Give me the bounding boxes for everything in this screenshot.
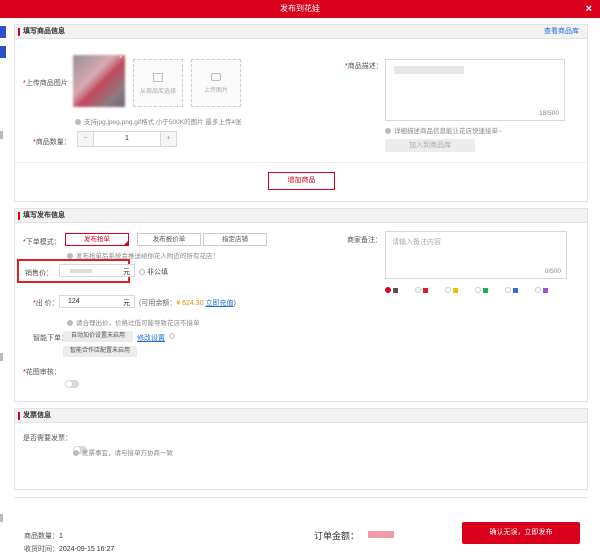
flag-option-red[interactable] xyxy=(415,287,428,294)
balance-info: (可用余额：¥ 624.30 立即充值) xyxy=(139,300,236,307)
mode-assign-shop-button[interactable]: 指定店铺 xyxy=(203,233,267,246)
select-from-library-box[interactable]: 从商品库选择 xyxy=(133,59,183,107)
info-icon xyxy=(73,450,79,457)
flag-icon xyxy=(543,287,548,293)
price-hint: 请合理出价，价格过低可能导致花店不接单 xyxy=(67,317,200,327)
flag-icon xyxy=(513,287,518,293)
flag-option-blue[interactable] xyxy=(505,287,518,294)
recharge-link[interactable]: 立即充值 xyxy=(206,300,234,307)
publish-info-card: 填写发布信息 *下单模式： 发布抢单 发布报价单 指定店铺 发布抢单后系统会推送… xyxy=(14,208,588,402)
confirm-publish-button[interactable]: 确认无误，立即发布 xyxy=(462,522,580,544)
price-label: *出 价： xyxy=(33,300,59,307)
flag-icon xyxy=(423,287,428,293)
need-invoice-label: 是否需要发票： xyxy=(23,435,72,442)
invoice-info-card: 发票信息 是否需要发票： 发票事宜，请与接单方协商一致 xyxy=(14,408,588,490)
info-icon xyxy=(67,320,73,327)
order-footer: 商品数量：1 收货时间：2024-09-15 16:27 订单金额： 确认无误，… xyxy=(14,497,588,553)
modify-settings-link[interactable]: 修改设置 xyxy=(137,333,165,343)
remove-image-icon[interactable]: × xyxy=(119,55,125,61)
info-icon xyxy=(75,119,81,126)
invoice-hint: 发票事宜，请与接单方协商一致 xyxy=(73,447,173,457)
quantity-minus-button[interactable]: − xyxy=(78,132,94,146)
info-icon xyxy=(385,128,391,135)
inbox-icon xyxy=(153,73,163,82)
quantity-label: *商品数量： xyxy=(33,139,71,146)
camera-icon xyxy=(211,73,221,81)
sale-price-input[interactable]: 元 xyxy=(59,264,135,277)
add-product-button[interactable]: 增加商品 xyxy=(268,172,335,190)
left-accent xyxy=(0,26,6,38)
description-label: *商品描述： xyxy=(345,63,383,70)
auto-markup-status[interactable]: 自动加价设置未启用 xyxy=(63,331,133,342)
not-public-radio[interactable] xyxy=(139,269,145,276)
image-review-toggle[interactable] xyxy=(65,380,79,388)
order-amount-blurred xyxy=(368,531,394,538)
upload-image-box[interactable]: 上传图片 xyxy=(191,59,241,107)
description-textarea[interactable]: 18/500 xyxy=(385,59,565,121)
flag-icon xyxy=(453,287,458,293)
smart-coop-status[interactable]: 智能合作店配置未启用 xyxy=(63,346,137,357)
publish-dialog: 发布到花娃 × 填写商品信息 查看商品库 *上传商品图片 × 从商品库选择 上传… xyxy=(0,0,600,553)
description-hint: 详细描述商品信息能让花店快速接单~ xyxy=(385,125,502,135)
merchant-note-counter: 0/500 xyxy=(544,268,561,275)
dialog-content: 填写商品信息 查看商品库 *上传商品图片 × 从商品库选择 上传图片 支持jpg… xyxy=(0,18,600,553)
flag-selector xyxy=(385,287,567,297)
image-review-label: *花图审核： xyxy=(23,369,61,376)
left-accent xyxy=(0,46,6,58)
not-public-option[interactable]: 非公填 xyxy=(139,267,168,277)
quantity-input[interactable]: 1 xyxy=(94,132,160,146)
product-info-card: 填写商品信息 查看商品库 *上传商品图片 × 从商品库选择 上传图片 支持jpg… xyxy=(14,24,588,202)
balance-value: ¥ 624.30 xyxy=(176,300,204,307)
quantity-stepper: − 1 + xyxy=(77,131,177,147)
flag-option-gray[interactable] xyxy=(385,287,398,294)
quantity-plus-button[interactable]: + xyxy=(160,132,176,146)
mode-grab-order-button[interactable]: 发布抢单 xyxy=(65,233,129,246)
dialog-titlebar: 发布到花娃 × xyxy=(0,0,600,18)
selected-corner-icon xyxy=(123,240,129,246)
description-counter: 18/500 xyxy=(539,110,559,117)
left-accent xyxy=(0,353,3,361)
sale-price-unit: 元 xyxy=(123,269,130,276)
divider xyxy=(15,162,587,163)
add-to-library-button[interactable]: 加入到商品库 xyxy=(385,139,475,152)
view-library-link[interactable]: 查看商品库 xyxy=(544,25,579,39)
mode-quote-button[interactable]: 发布报价单 xyxy=(137,233,201,246)
invoice-section-title: 发票信息 xyxy=(15,409,587,423)
publish-section-title: 填写发布信息 xyxy=(15,209,587,223)
product-thumbnail[interactable] xyxy=(73,55,125,107)
flag-icon xyxy=(393,287,398,293)
product-section-title: 填写商品信息 查看商品库 xyxy=(15,25,587,39)
sale-price-blurred xyxy=(70,269,92,273)
flag-option-green[interactable] xyxy=(475,287,488,294)
footer-delivery-time: 收货时间：2024-09-15 16:27 xyxy=(24,546,115,553)
description-text-blurred xyxy=(394,66,464,74)
help-icon[interactable] xyxy=(169,333,175,339)
upload-image-label: *上传商品图片 xyxy=(23,80,68,87)
upload-hint: 支持jpg,jpeg,png,gif格式,小于500K的图片 最多上传4张 xyxy=(75,116,242,126)
flag-option-yellow[interactable] xyxy=(445,287,458,294)
sale-price-label: 销售价： xyxy=(25,270,53,277)
order-mode-label: *下单模式： xyxy=(23,239,61,246)
left-accent xyxy=(0,514,3,522)
close-icon[interactable]: × xyxy=(586,0,592,18)
flag-option-purple[interactable] xyxy=(535,287,548,294)
flag-icon xyxy=(483,287,488,293)
price-input[interactable]: 124 元 xyxy=(59,295,135,308)
order-amount-label: 订单金额： xyxy=(314,531,360,541)
dialog-title: 发布到花娃 xyxy=(280,4,320,13)
merchant-note-label: 商家备注： xyxy=(347,237,382,244)
footer-quantity: 商品数量：1 xyxy=(24,533,63,540)
merchant-note-textarea[interactable]: 请输入备注内容 0/500 xyxy=(385,231,567,279)
left-accent xyxy=(0,131,3,139)
merchant-note-placeholder: 请输入备注内容 xyxy=(392,239,441,246)
